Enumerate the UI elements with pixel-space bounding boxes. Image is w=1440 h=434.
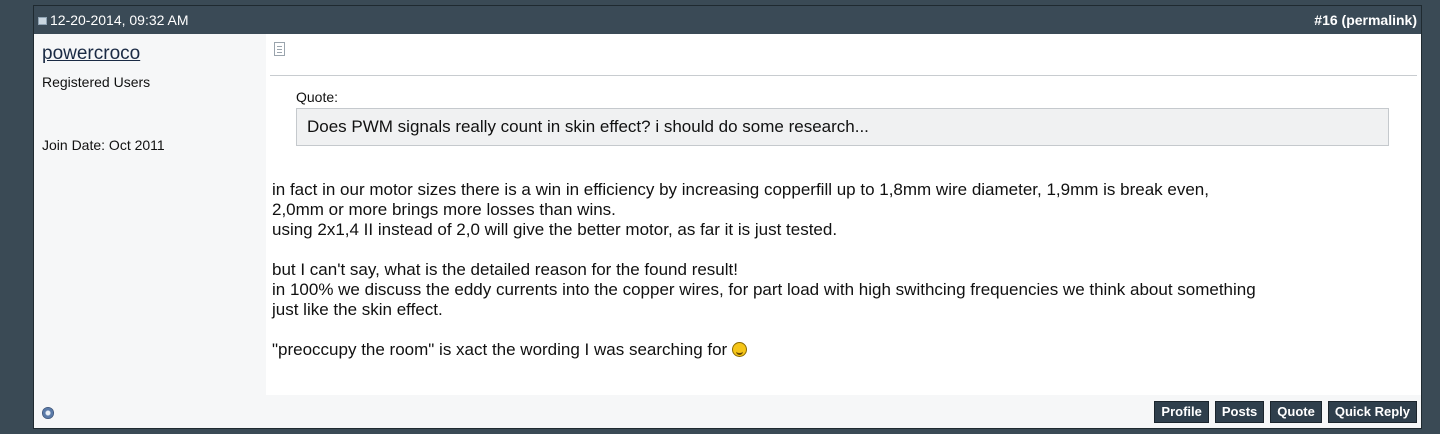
quote-box: Does PWM signals really count in skin ef… [296,108,1389,146]
posts-button[interactable]: Posts [1214,401,1265,423]
quote-button[interactable]: Quote [1270,401,1322,423]
post-footer: Profile Posts Quote Quick Reply [34,395,1421,428]
post-content: Quote: Does PWM signals really count in … [266,34,1421,428]
message-line: using 2x1,4 II instead of 2,0 will give … [272,220,838,239]
user-sidebar: powercroco Registered Users Join Date: O… [34,34,266,428]
username-link[interactable]: powercroco [42,43,140,65]
forum-post: 12-20-2014, 09:32 AM #16 (permalink) pow… [33,5,1422,429]
message-line: in fact in our motor sizes there is a wi… [272,180,1209,199]
post-message: in fact in our motor sizes there is a wi… [272,180,1412,380]
post-date-icon [38,17,47,25]
post-number: #16 (permalink) [1314,6,1417,34]
user-title: Registered Users [42,74,151,90]
post-divider [270,75,1417,76]
message-line: in 100% we discuss the eddy currents int… [272,280,1256,299]
message-line: "preoccupy the room" is xact the wording… [272,340,732,359]
profile-button[interactable]: Profile [1154,401,1209,423]
permalink-link[interactable]: (permalink) [1342,12,1417,28]
message-line: but I can't say, what is the detailed re… [272,260,738,279]
grin-smiley-icon [731,342,747,357]
join-date: Join Date: Oct 2011 [42,137,165,153]
message-line: just like the skin effect. [272,300,443,319]
quote-label: Quote: [296,89,339,105]
post-date: 12-20-2014, 09:32 AM [50,12,189,28]
post-header: 12-20-2014, 09:32 AM #16 (permalink) [34,6,1421,34]
message-line: 2,0mm or more brings more losses than wi… [272,200,616,219]
quick-reply-button[interactable]: Quick Reply [1327,401,1417,423]
post-action-buttons: Profile Posts Quote Quick Reply [1154,401,1417,423]
offline-status-icon [42,407,54,419]
post-number-link[interactable]: #16 [1314,12,1337,28]
document-icon [274,42,285,56]
